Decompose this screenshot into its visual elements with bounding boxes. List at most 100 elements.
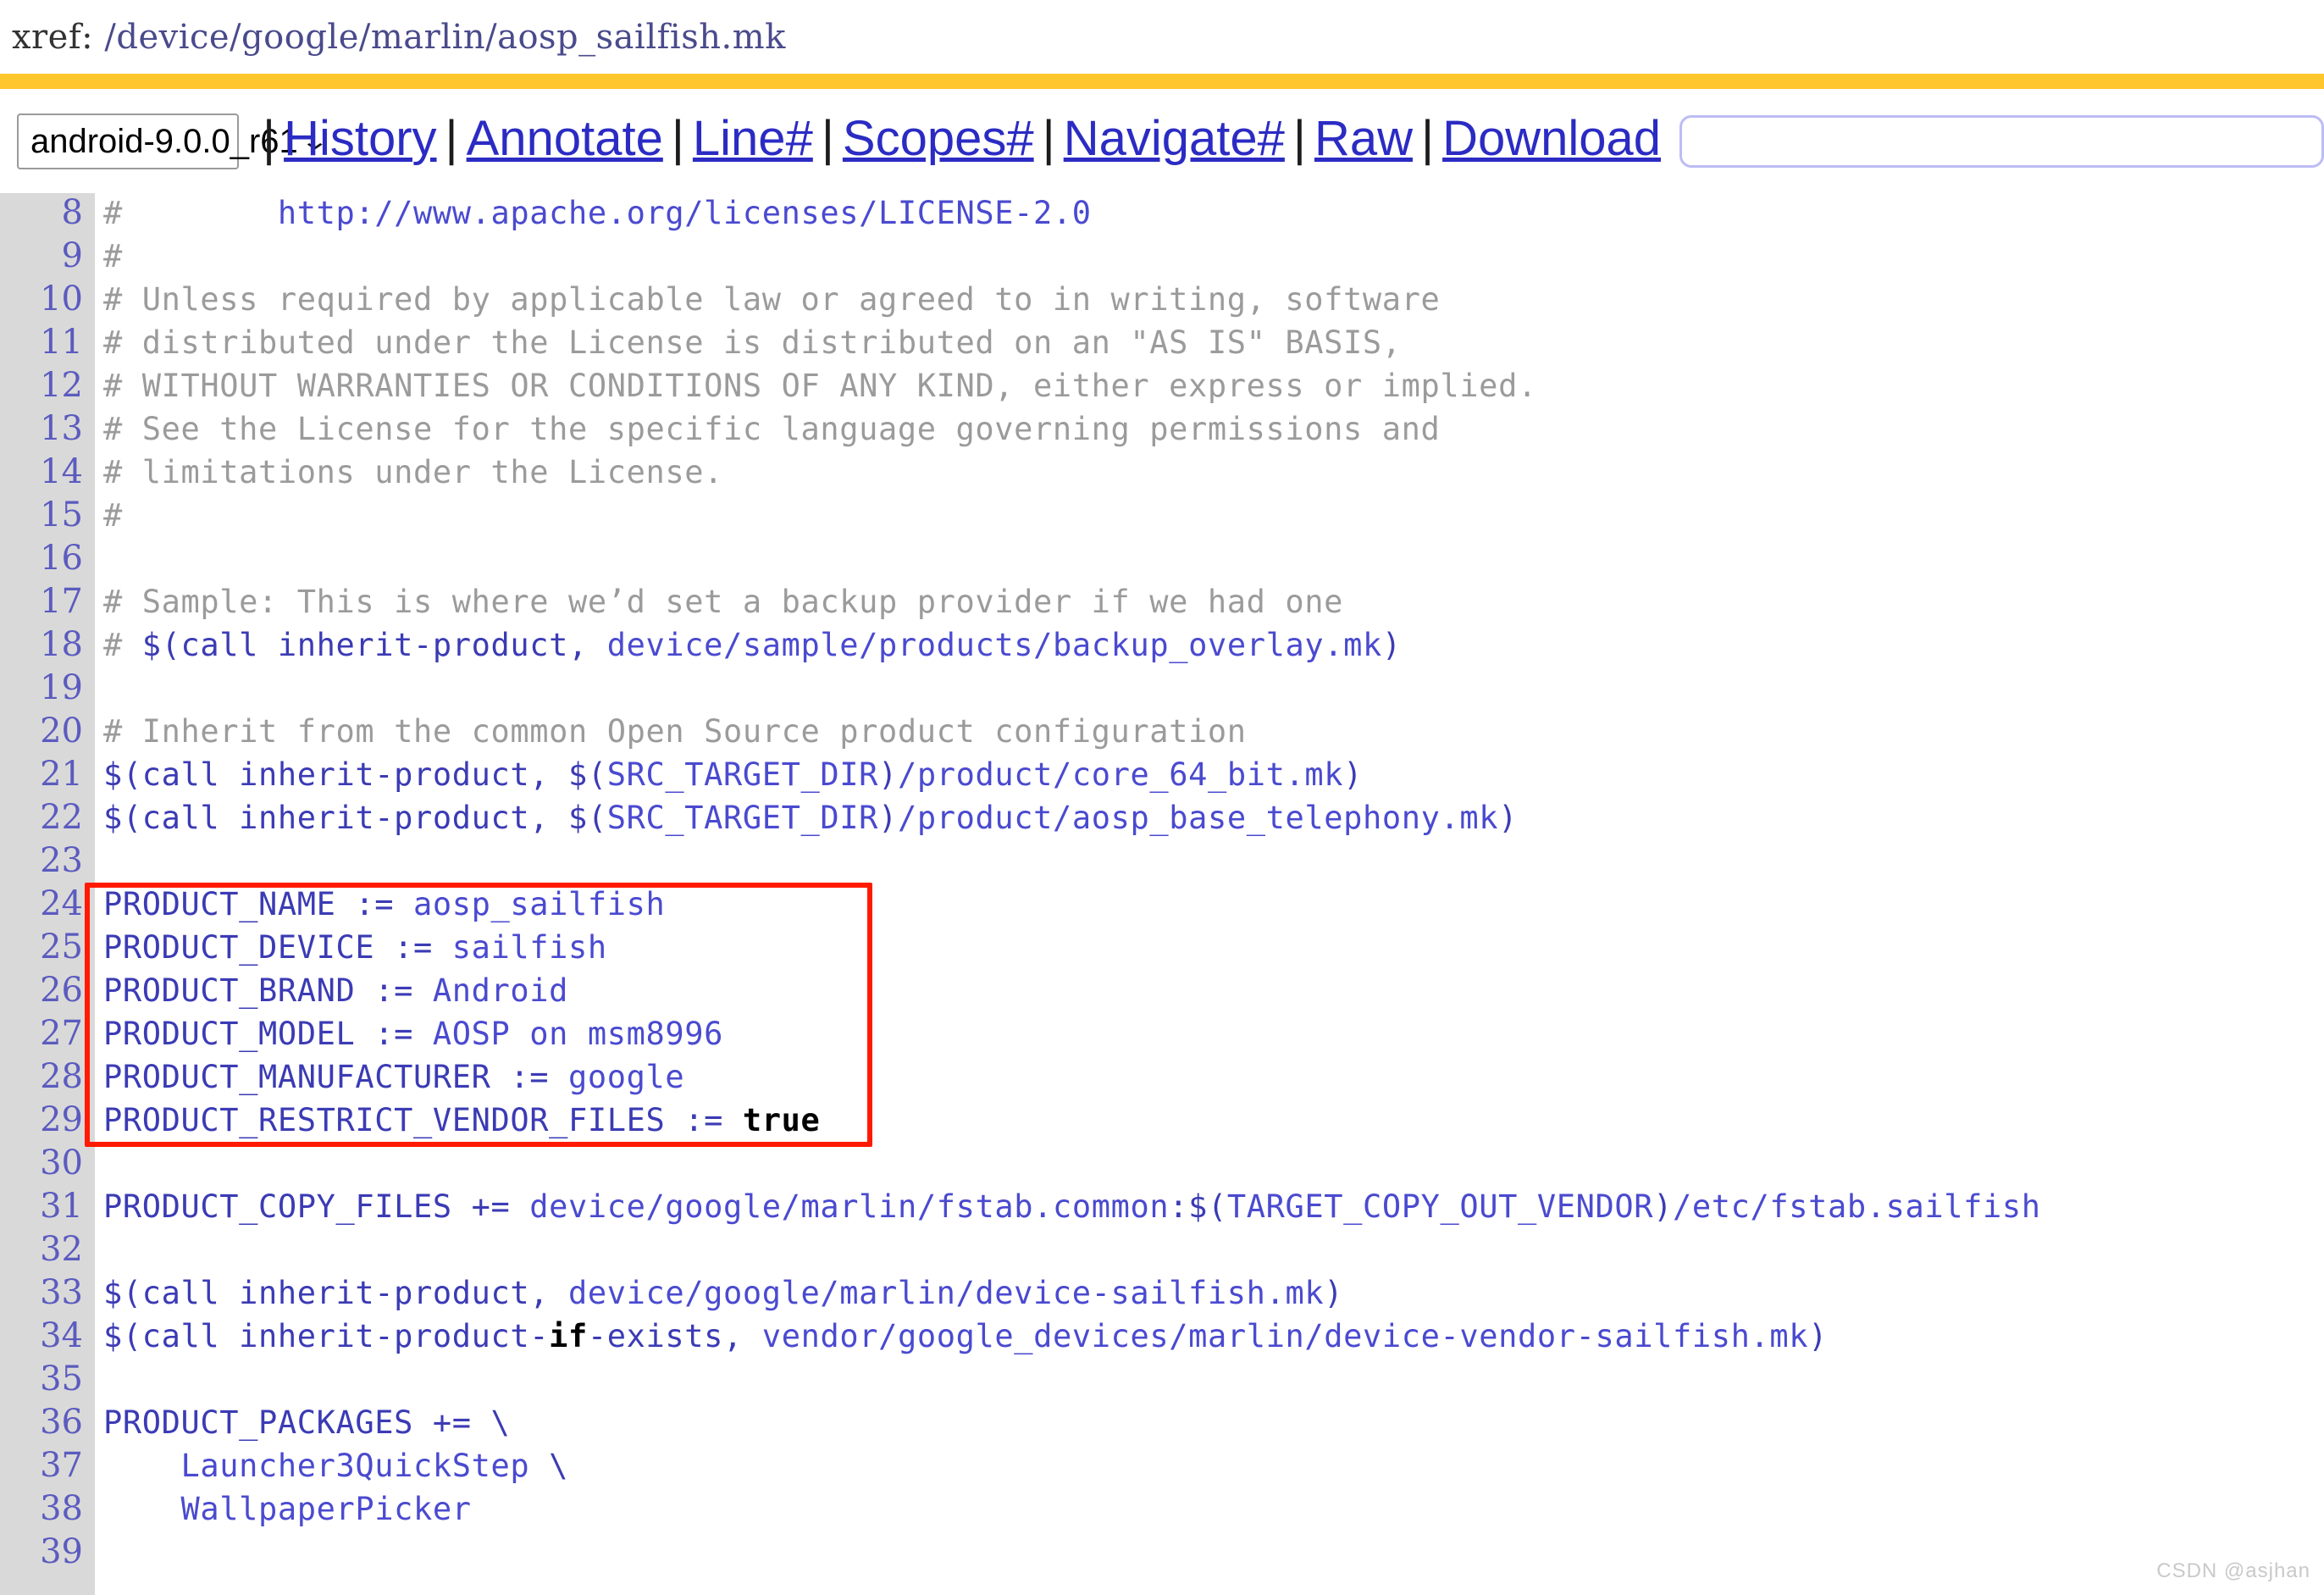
code-token-comment: # distributed under the License is distr… [103, 324, 1402, 361]
line-number[interactable]: 36 [0, 1403, 95, 1442]
code-line-text: PRODUCT_MODEL := AOSP on msm8996 [95, 1016, 723, 1052]
code-token-link[interactable]: /product/core_64_bit.mk [898, 756, 1343, 793]
code-line: 13 # See the License for the specific lan… [0, 409, 2324, 452]
nav-link-scopes[interactable]: Scopes# [843, 114, 1034, 163]
code-line: 16 [0, 539, 2324, 582]
code-line: 21 $(call inherit-product, $(SRC_TARGET_D… [0, 755, 2324, 798]
line-number[interactable]: 30 [0, 1144, 95, 1182]
toolbar: android-9.0.0_r61 ⌄ | History | Annotate… [0, 89, 2324, 193]
line-number[interactable]: 29 [0, 1100, 95, 1139]
code-token-link[interactable]: device/sample/products/backup_overlay.mk [607, 627, 1382, 663]
line-number[interactable]: 20 [0, 712, 95, 750]
code-line-text: # http://www.apache.org/licenses/LICENSE… [95, 195, 1092, 231]
code-line: 30 [0, 1144, 2324, 1187]
line-number[interactable]: 37 [0, 1446, 95, 1485]
line-number[interactable]: 32 [0, 1230, 95, 1269]
search-input[interactable] [1682, 117, 2321, 165]
line-number[interactable]: 24 [0, 884, 95, 923]
code-token-plain: ) [1808, 1318, 1829, 1354]
code-token-plain: := [665, 1102, 743, 1138]
search-box[interactable] [1679, 114, 2324, 168]
code-token-link[interactable]: AOSP on msm8996 [433, 1016, 723, 1052]
code-token-link[interactable]: TARGET_COPY_OUT_VENDOR [1227, 1188, 1653, 1225]
code-token-link[interactable]: http://www.apache.org/licenses/LICENSE-2… [278, 195, 1092, 231]
code-token-link[interactable]: WallpaperPicker [103, 1491, 472, 1527]
code-token-plain: $(call inherit-product, $( [103, 800, 607, 836]
line-number[interactable]: 9 [0, 236, 95, 275]
code-token-link[interactable]: google [568, 1059, 684, 1095]
code-line-text: # [95, 238, 123, 274]
code-token-comment: # Sample: This is where we’d set a backu… [103, 584, 1344, 620]
code-line: 20 # Inherit from the common Open Source … [0, 712, 2324, 755]
code-token-plain: += \ [413, 1404, 511, 1441]
nav-link-annotate[interactable]: Annotate [467, 114, 663, 163]
line-number[interactable]: 27 [0, 1014, 95, 1053]
line-number[interactable]: 19 [0, 668, 95, 707]
line-number[interactable]: 23 [0, 841, 95, 880]
code-token-link[interactable]: vendor/google_devices/marlin/device-vend… [762, 1318, 1808, 1354]
code-line-text: PRODUCT_RESTRICT_VENDOR_FILES := true [95, 1102, 820, 1138]
code-token-link[interactable]: device/google/marlin/device-sailfish.mk [568, 1275, 1324, 1311]
code-line-text: # See the License for the specific langu… [95, 411, 1440, 447]
code-line: 18 # $(call inherit-product, device/sampl… [0, 625, 2324, 668]
line-number[interactable]: 38 [0, 1489, 95, 1528]
line-number[interactable]: 25 [0, 928, 95, 966]
nav-link-line[interactable]: Line# [693, 114, 813, 163]
line-number[interactable]: 11 [0, 323, 95, 362]
code-line: 15 # [0, 496, 2324, 539]
code-token-link[interactable]: SRC_TARGET_DIR [607, 800, 878, 836]
nav-link-navigate[interactable]: Navigate# [1064, 114, 1285, 163]
line-number[interactable]: 33 [0, 1273, 95, 1312]
nav-link-raw[interactable]: Raw [1314, 114, 1413, 163]
code-line: 17 # Sample: This is where we’d set a bac… [0, 582, 2324, 625]
line-number[interactable]: 22 [0, 798, 95, 837]
line-number[interactable]: 17 [0, 582, 95, 621]
code-line: 37 Launcher3QuickStep \ [0, 1446, 2324, 1489]
code-line: 9 # [0, 236, 2324, 280]
line-number[interactable]: 10 [0, 280, 95, 318]
nav-link-history[interactable]: History [284, 114, 436, 163]
line-number[interactable]: 14 [0, 452, 95, 491]
line-number[interactable]: 39 [0, 1532, 95, 1571]
code-token-link[interactable]: SRC_TARGET_DIR [607, 756, 878, 793]
line-number[interactable]: 26 [0, 971, 95, 1010]
nav-link-download[interactable]: Download [1442, 114, 1661, 163]
line-number[interactable]: 13 [0, 409, 95, 448]
code-token-plain: := [335, 886, 414, 922]
code-line-text: # limitations under the License. [95, 454, 723, 490]
code-token-plain: += [451, 1188, 530, 1225]
line-number[interactable]: 31 [0, 1187, 95, 1226]
line-number[interactable]: 34 [0, 1316, 95, 1355]
code-token-var: PRODUCT_MODEL [103, 1016, 356, 1052]
code-token-var: PRODUCT_BRAND [103, 972, 356, 1009]
nav-separator: | [671, 110, 684, 166]
code-line-text: Launcher3QuickStep \ [95, 1448, 568, 1484]
code-token-link[interactable]: Android [433, 972, 568, 1009]
code-token-link[interactable]: /etc/fstab.sailfish [1673, 1188, 2041, 1225]
code-line: 12 # WITHOUT WARRANTIES OR CONDITIONS OF … [0, 366, 2324, 409]
toolbar-nav-links: | History | Annotate | Line# | Scopes# |… [254, 89, 1661, 193]
code-token-link[interactable]: aosp_sailfish [413, 886, 665, 922]
line-number[interactable]: 16 [0, 539, 95, 578]
code-token-link[interactable]: sailfish [452, 929, 607, 966]
code-line-text: # Unless required by applicable law or a… [95, 281, 1440, 318]
code-line: 31 PRODUCT_COPY_FILES += device/google/ma… [0, 1187, 2324, 1230]
line-number[interactable]: 8 [0, 193, 95, 232]
line-number[interactable]: 21 [0, 755, 95, 794]
code-token-link[interactable]: /product/aosp_base_telephony.mk [898, 800, 1498, 836]
code-line-text: PRODUCT_NAME := aosp_sailfish [95, 886, 665, 922]
line-number[interactable]: 18 [0, 625, 95, 664]
line-number[interactable]: 28 [0, 1057, 95, 1096]
code-token-comment: # [103, 497, 123, 534]
line-number[interactable]: 12 [0, 366, 95, 405]
accent-divider [0, 74, 2324, 89]
code-token-link[interactable]: device/google/marlin/fstab.common [529, 1188, 1169, 1225]
code-token-var: PRODUCT_DEVICE [103, 929, 375, 966]
xref-file-path[interactable]: /device/google/marlin/aosp_sailfish.mk [104, 18, 786, 57]
code-token-link[interactable]: Launcher3QuickStep [103, 1448, 529, 1484]
code-line: 22 $(call inherit-product, $(SRC_TARGET_D… [0, 798, 2324, 841]
code-line: 34 $(call inherit-product-if-exists, vend… [0, 1316, 2324, 1360]
version-select[interactable]: android-9.0.0_r61 ⌄ [17, 113, 329, 169]
line-number[interactable]: 15 [0, 496, 95, 534]
line-number[interactable]: 35 [0, 1360, 95, 1398]
